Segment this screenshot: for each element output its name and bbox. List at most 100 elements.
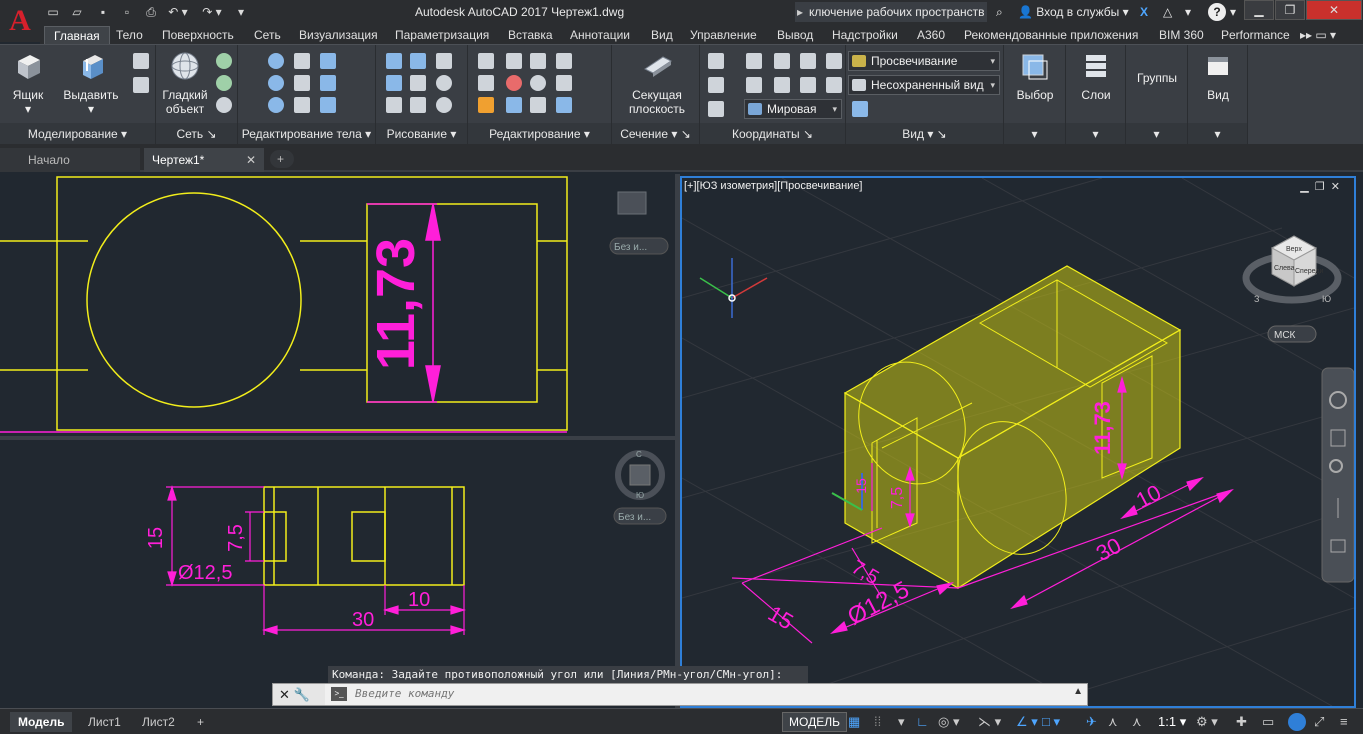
ellipse-icon[interactable] — [436, 97, 452, 113]
viewcube[interactable]: Верх Слева Спереди З Ю МСК — [1242, 235, 1342, 343]
ucs-world-icon[interactable] — [708, 101, 724, 117]
spline-icon[interactable] — [386, 75, 402, 91]
ucs-3point-icon[interactable] — [746, 53, 762, 69]
trim-icon[interactable] — [556, 53, 572, 69]
panel-title-view[interactable]: Вид ▾ ↘ — [846, 123, 1003, 145]
polyline-icon[interactable] — [410, 53, 426, 69]
viewport-config-icon[interactable] — [852, 101, 868, 117]
help-button[interactable]: ? — [1208, 3, 1226, 21]
close-button[interactable]: ✕ — [1306, 0, 1362, 20]
union-icon[interactable] — [268, 53, 284, 69]
isolate-icon[interactable]: ▭ — [1262, 714, 1274, 730]
tab-insert[interactable]: Вставка — [508, 26, 553, 44]
restore-button[interactable]: ❐ — [1275, 0, 1305, 20]
isodraft-icon[interactable]: ⋋ ▾ — [978, 714, 1001, 730]
tab-mesh[interactable]: Сеть — [254, 26, 281, 44]
selection-button[interactable]: Выбор — [1008, 51, 1062, 102]
viewport-top[interactable]: 11,73 Без и... — [0, 174, 675, 436]
ucs-y-icon[interactable] — [800, 53, 816, 69]
tab-parametric[interactable]: Параметризация — [395, 26, 489, 44]
viewcube-top-small[interactable]: Без и... — [609, 191, 669, 255]
annotation-visibility-icon[interactable]: ✈ — [1086, 714, 1097, 730]
polar-icon[interactable]: ◎ ▾ — [938, 714, 959, 730]
tab-annotate[interactable]: Аннотации — [570, 26, 630, 44]
new-tab-button[interactable]: + — [270, 150, 294, 168]
ucs-z-icon[interactable] — [826, 53, 842, 69]
groups-button[interactable]: Группы — [1130, 71, 1184, 85]
close-icon[interactable]: ✕ — [279, 687, 290, 702]
exchange-icon[interactable]: X — [1140, 3, 1148, 21]
box-button[interactable]: Ящик ▾ — [4, 51, 52, 116]
binoculars-icon[interactable]: ⌕ — [996, 3, 1003, 21]
ucs-origin-icon[interactable] — [708, 77, 724, 93]
quick-access-menu-icon[interactable]: ▾ — [234, 3, 248, 21]
viewport-isometric[interactable]: [+][ЮЗ изометрия][Просвечивание] ▁ ❐ ✕ 1… — [680, 176, 1356, 708]
viewcube-front-small[interactable]: С Ю Без и... — [613, 450, 667, 525]
snap-icon[interactable]: ⁞⁞ — [874, 714, 881, 730]
thicken-icon[interactable] — [294, 97, 310, 113]
tab-featured-apps[interactable]: Рекомендованные приложения — [964, 26, 1138, 44]
command-history-toggle-icon[interactable]: ▲ — [1073, 686, 1083, 697]
ucs-view-icon[interactable] — [746, 77, 762, 93]
customization-icon[interactable]: ≡ — [1340, 714, 1348, 730]
workspace-switch[interactable]: ▸ ключение рабочих пространств — [795, 2, 987, 22]
tab-drawing1[interactable]: Чертеж1* ✕ — [144, 148, 264, 172]
plus-icon[interactable]: ✚ — [1236, 714, 1247, 730]
slice-icon[interactable] — [294, 75, 310, 91]
polygon-icon[interactable] — [386, 97, 402, 113]
ucs-object-icon[interactable] — [774, 77, 790, 93]
panel-title-mesh[interactable]: Сеть ↘ — [156, 123, 237, 145]
tab-manage[interactable]: Управление — [690, 26, 757, 44]
new-file-icon[interactable]: ▭ — [44, 3, 62, 21]
panel-title-modify[interactable]: Редактирование ▾ — [468, 123, 611, 145]
viewport-controls[interactable]: ▁ ❐ ✕ — [1300, 180, 1340, 193]
tab-a360[interactable]: A360 — [917, 26, 945, 44]
tab-bim360[interactable]: BIM 360 — [1159, 26, 1204, 44]
ortho-icon[interactable]: ∟ — [916, 714, 929, 730]
ucs-icon[interactable] — [708, 53, 724, 69]
hardware-acceleration-icon[interactable] — [1288, 713, 1306, 731]
navigation-bar[interactable] — [1321, 367, 1355, 583]
help-dropdown-icon[interactable]: ▾ — [1230, 3, 1236, 21]
tab-view[interactable]: Вид — [651, 26, 673, 44]
viewcube-front[interactable]: Спереди — [1295, 268, 1323, 275]
signin-button[interactable]: 👤 Вход в службы ▾ — [1018, 3, 1129, 21]
layout-add-button[interactable]: + — [192, 712, 214, 732]
mesh-refine-icon[interactable] — [216, 97, 232, 113]
subtract-icon[interactable] — [268, 75, 284, 91]
extract-edges-icon[interactable] — [320, 53, 336, 69]
tab-home[interactable]: Главная — [44, 26, 110, 44]
panel-title-modeling[interactable]: Моделирование ▾ — [0, 123, 155, 145]
layout-tab-sheet2[interactable]: Лист2 — [134, 712, 183, 732]
layers-expand[interactable]: ▾ — [1066, 123, 1125, 145]
smooth-object-button[interactable]: Гладкий объект — [158, 51, 212, 116]
section-plane-button[interactable]: Секущая плоскость — [622, 51, 692, 116]
groups-expand[interactable]: ▾ — [1126, 123, 1187, 145]
extrude-faces-icon[interactable] — [320, 75, 336, 91]
help-arrow-icon[interactable]: ▾ — [1185, 3, 1191, 21]
command-input[interactable] — [355, 687, 955, 700]
undo-icon[interactable]: ↶ ▾ — [166, 3, 190, 21]
mesh-smooth-less-icon[interactable] — [216, 75, 232, 91]
named-view-dropdown[interactable]: Несохраненный вид ▾ — [848, 75, 1000, 95]
annotation-scale-icon[interactable]: ⋏ — [1132, 714, 1142, 730]
tab-visualize[interactable]: Визуализация — [299, 26, 378, 44]
extrude-button[interactable]: Выдавить ▾ — [60, 51, 122, 116]
offset-icon[interactable] — [506, 75, 522, 91]
ucs-dropdown[interactable]: Мировая ▾ — [744, 99, 842, 119]
clean-screen-icon[interactable]: ⤢ — [1314, 714, 1324, 730]
model-space-button[interactable]: МОДЕЛЬ — [782, 712, 847, 732]
smooth-object-small-icon[interactable] — [133, 77, 149, 93]
workspace-gear-icon[interactable]: ⚙ ▾ — [1196, 714, 1218, 730]
grid-icon[interactable]: ▦ — [848, 714, 860, 730]
layout-tab-model[interactable]: Модель — [10, 712, 73, 732]
view-expand[interactable]: ▾ — [1188, 123, 1247, 145]
tab-addins[interactable]: Надстройки — [832, 26, 898, 44]
tab-performance[interactable]: Performance — [1221, 26, 1290, 44]
ucs-x-icon[interactable] — [774, 53, 790, 69]
mesh-smooth-more-icon[interactable] — [216, 53, 232, 69]
explode-icon[interactable] — [556, 75, 572, 91]
panel-title-section[interactable]: Сечение ▾ ↘ — [612, 123, 699, 145]
wrench-icon[interactable]: 🔧 — [294, 687, 310, 702]
object-snap-icon[interactable]: □ ▾ — [1042, 714, 1060, 730]
